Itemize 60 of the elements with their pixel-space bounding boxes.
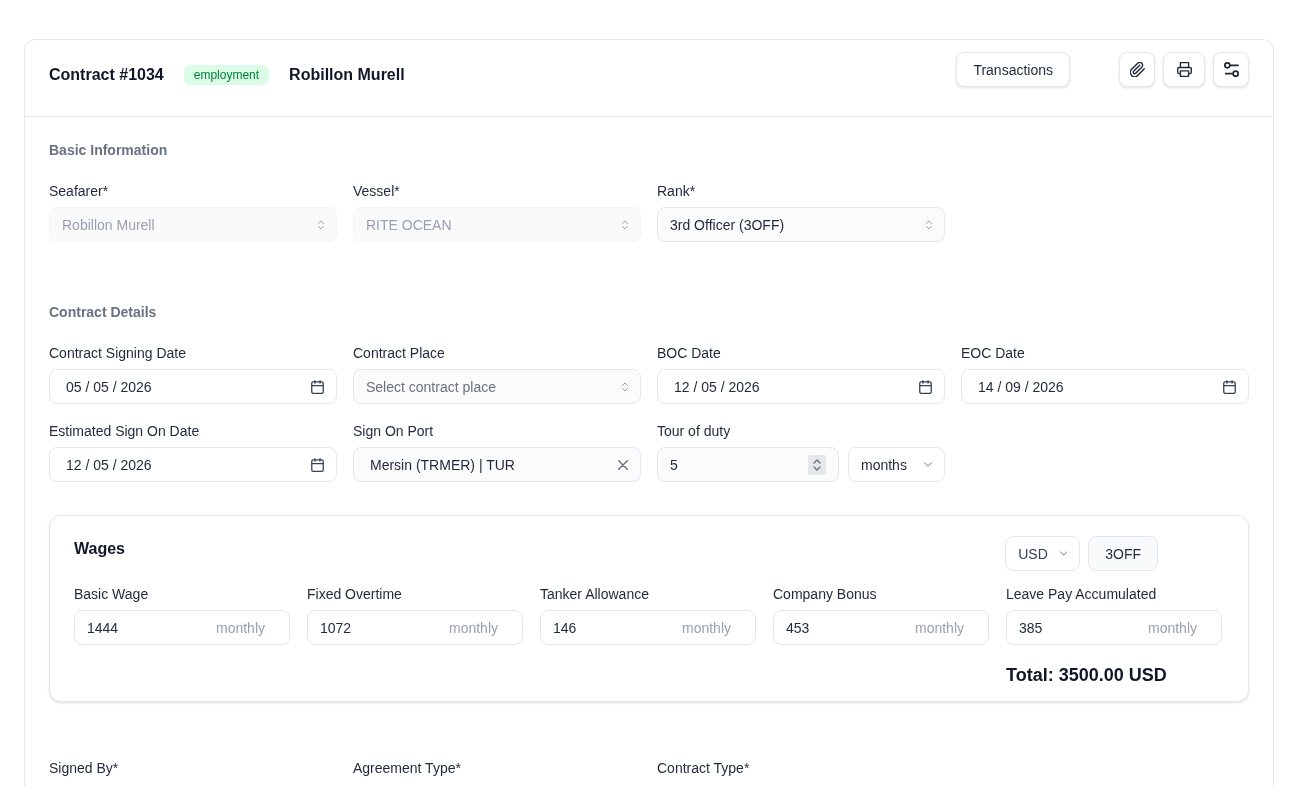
calendar-icon xyxy=(311,457,324,472)
field-label: Contract Signing Date xyxy=(49,344,187,363)
settings-icon xyxy=(1223,62,1239,77)
field-label: Company Bonus xyxy=(773,585,878,604)
chevron-down-icon xyxy=(1059,551,1068,556)
field-label: EOC Date xyxy=(961,344,1026,363)
wages-total: Total: 3500.00 USD xyxy=(1006,664,1168,687)
stepper-icon[interactable] xyxy=(808,454,826,475)
seafarer-name: Robillon Murell xyxy=(289,65,405,85)
wage-field[interactable]: 453 monthly xyxy=(773,610,989,645)
wage-field[interactable]: 385 monthly xyxy=(1006,610,1222,645)
port-field[interactable]: Mersin (TRMER) | TUR xyxy=(353,447,641,482)
section-heading: Contract Details xyxy=(49,303,158,322)
type-badge: employment xyxy=(183,65,270,85)
field-label: Basic Wage xyxy=(74,585,150,604)
clear-icon xyxy=(618,459,628,470)
settings-button[interactable] xyxy=(1213,52,1249,87)
date-field[interactable]: 12 / 05 / 2026 xyxy=(657,369,945,404)
paperclip-icon xyxy=(1129,62,1145,77)
chevrons-up-down-icon xyxy=(622,381,628,392)
print-button[interactable] xyxy=(1163,52,1205,87)
rank-button[interactable]: 3OFF xyxy=(1088,536,1158,571)
wage-field[interactable]: 1444 monthly xyxy=(74,610,290,645)
field-label: Signed By* xyxy=(49,759,120,778)
number-field[interactable]: 5 xyxy=(657,447,839,482)
date-field[interactable]: 14 / 09 / 2026 xyxy=(961,369,1249,404)
field-label: Fixed Overtime xyxy=(307,585,403,604)
field-label: Vessel* xyxy=(353,182,401,201)
currency-select[interactable]: USD xyxy=(1005,536,1081,571)
field-label: Estimated Sign On Date xyxy=(49,422,201,441)
calendar-icon xyxy=(311,379,324,394)
field-label: Seafarer* xyxy=(49,182,110,201)
section-heading: Basic Information xyxy=(49,141,169,160)
field-label: Sign On Port xyxy=(353,422,435,441)
select-field[interactable]: 3rd Officer (3OFF) xyxy=(657,207,945,242)
transactions-button[interactable]: Transactions xyxy=(956,52,1070,87)
select-field[interactable]: Select contract place xyxy=(353,369,641,404)
chevrons-up-down-icon xyxy=(622,219,628,230)
printer-icon xyxy=(1176,62,1192,77)
panel-title: Wages xyxy=(74,539,125,559)
chevrons-up-down-icon xyxy=(926,219,932,230)
unit-select[interactable]: months xyxy=(848,447,945,482)
field-label: BOC Date xyxy=(657,344,722,363)
chevrons-up-down-icon xyxy=(318,219,324,230)
field-label: Rank* xyxy=(657,182,697,201)
wage-field[interactable]: 1072 monthly xyxy=(307,610,523,645)
field-label: Leave Pay Accumulated xyxy=(1006,585,1158,604)
attach-button[interactable] xyxy=(1119,52,1155,87)
field-label: Contract Place xyxy=(353,344,446,363)
date-field[interactable]: 12 / 05 / 2026 xyxy=(49,447,337,482)
chevron-down-icon xyxy=(924,462,932,467)
field-label: Tour of duty xyxy=(657,422,732,441)
contract-title: Contract #1034 xyxy=(49,65,164,85)
field-label: Tanker Allowance xyxy=(540,585,650,604)
calendar-icon xyxy=(919,379,932,394)
wage-field[interactable]: 146 monthly xyxy=(540,610,756,645)
field-label: Contract Type* xyxy=(657,759,751,778)
calendar-icon xyxy=(1223,379,1236,394)
field-label: Agreement Type* xyxy=(353,759,462,778)
date-field[interactable]: 05 / 05 / 2026 xyxy=(49,369,337,404)
